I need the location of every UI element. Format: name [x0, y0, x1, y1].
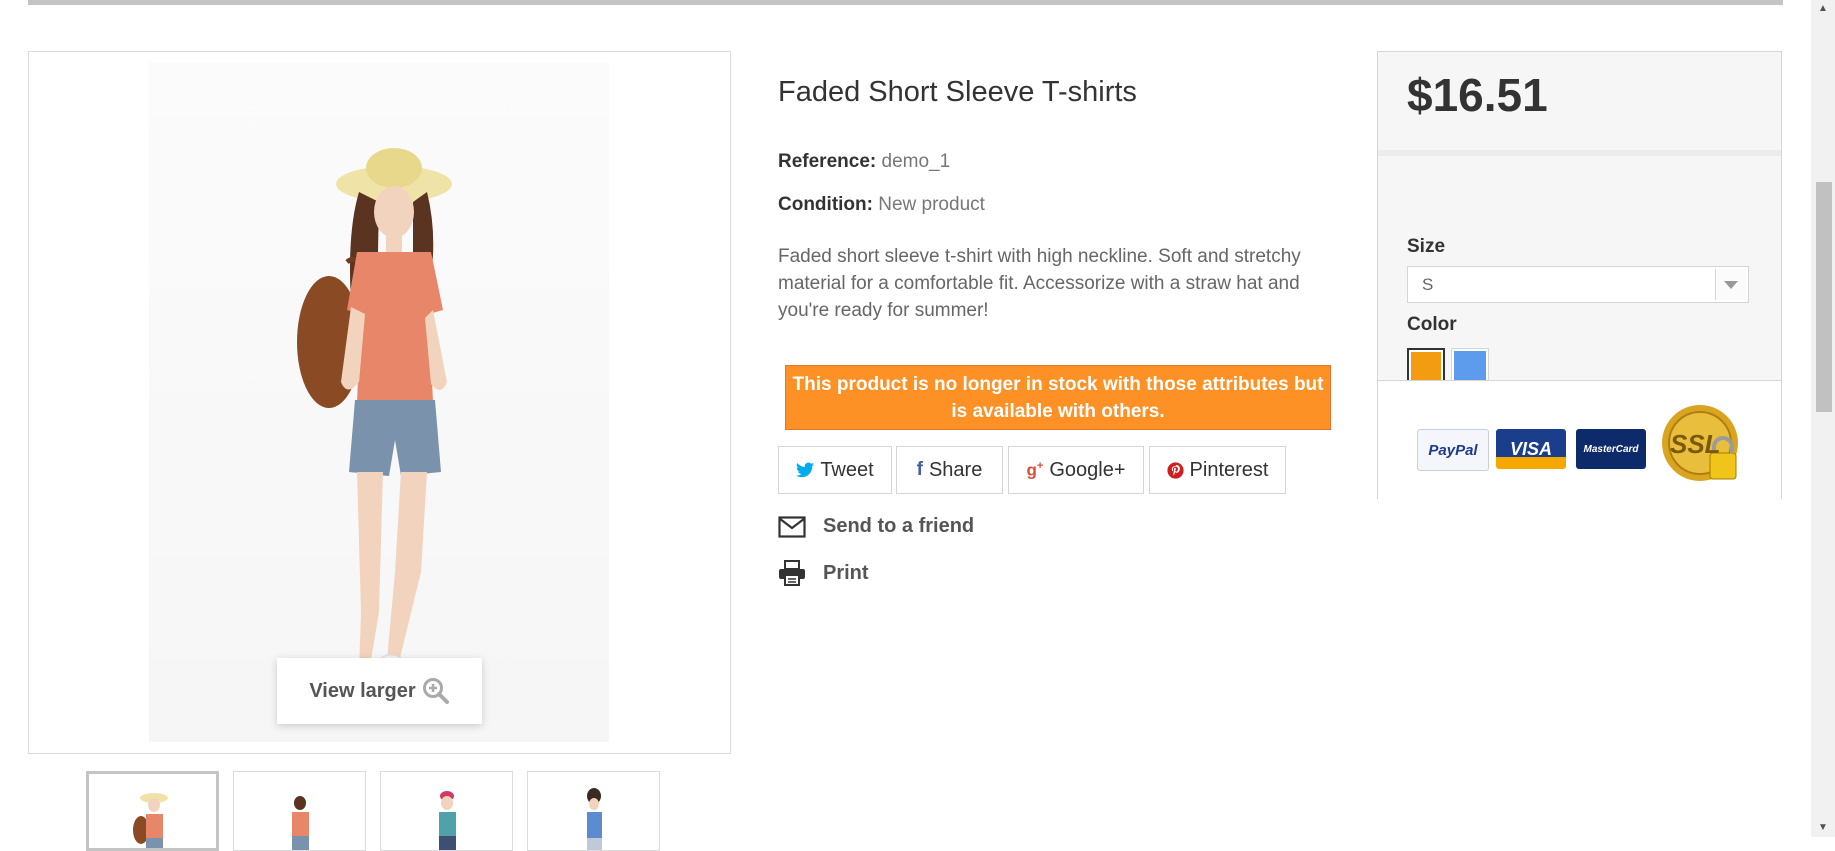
thumbnail-3[interactable] [380, 771, 513, 851]
send-to-friend-link[interactable]: Send to a friend [778, 515, 974, 538]
google-label: Google+ [1049, 458, 1126, 481]
reference-label: Reference: [778, 151, 877, 172]
ssl-seal-text: SSL [1670, 429, 1721, 459]
thumbnail-strip [86, 771, 666, 851]
mastercard-logo: MasterCard [1576, 429, 1646, 469]
thumbnail-image [439, 791, 456, 850]
product-description: Faded short sleeve t-shirt with high nec… [778, 246, 1301, 321]
product-image-frame[interactable]: View larger [28, 51, 731, 754]
google-plus-button[interactable]: g+ Google+ [1008, 446, 1144, 494]
product-photo [297, 148, 452, 683]
size-select[interactable]: S [1407, 266, 1749, 303]
share-label: Share [928, 458, 983, 481]
envelope-icon [778, 515, 806, 538]
condition-line: Condition: New product [778, 194, 985, 216]
scroll-down-arrow-icon[interactable]: ▼ [1811, 819, 1835, 837]
thumbnail-2[interactable] [233, 771, 366, 851]
reference-line: Reference: demo_1 [778, 151, 950, 173]
tweet-button[interactable]: Tweet [778, 446, 892, 494]
print-link[interactable]: Print [778, 560, 869, 586]
pinterest-label: Pinterest [1189, 458, 1269, 481]
thumbnail-4[interactable] [527, 771, 660, 851]
pinterest-button[interactable]: Pinterest [1149, 446, 1286, 494]
scroll-thumb[interactable] [1816, 182, 1832, 412]
facebook-icon: f [916, 459, 923, 480]
tweet-label: Tweet [820, 458, 874, 481]
view-larger-button[interactable]: View larger [277, 658, 482, 724]
chevron-down-icon[interactable] [1715, 269, 1746, 300]
thumbnail-image [292, 796, 309, 850]
thumbnail-image [587, 788, 602, 850]
thumbnail-1[interactable] [86, 771, 219, 851]
twitter-icon [796, 462, 815, 478]
price-header: $16.51 [1378, 52, 1781, 151]
swatch-fill [1454, 351, 1486, 383]
swatch-fill [1411, 352, 1441, 382]
buy-box: $16.51 Size S Color PayPal VISA MasterCa… [1377, 51, 1782, 499]
thumbnail-image [133, 793, 168, 848]
print-label: Print [823, 561, 869, 584]
size-selected-value: S [1422, 275, 1434, 294]
color-label: Color [1407, 314, 1457, 335]
page-scrollbar[interactable]: ▲ ▼ [1811, 0, 1835, 837]
google-plus-icon: g+ [1026, 459, 1044, 480]
printer-icon [779, 560, 805, 586]
size-label: Size [1407, 236, 1446, 257]
product-price: $16.51 [1407, 69, 1548, 121]
product-title: Faded Short Sleeve T-shirts [778, 76, 1137, 108]
condition-value: New product [878, 194, 985, 215]
ssl-seal: SSL [1660, 403, 1744, 487]
reference-value: demo_1 [881, 151, 951, 172]
view-larger-label: View larger [309, 679, 416, 702]
attributes-panel: Size S Color [1378, 150, 1781, 386]
facebook-share-button[interactable]: f Share [896, 446, 1003, 494]
pinterest-icon [1166, 461, 1184, 479]
visa-logo: VISA [1496, 429, 1566, 469]
zoom-in-icon [422, 678, 449, 704]
stock-alert: This product is no longer in stock with … [785, 365, 1331, 430]
condition-label: Condition: [778, 194, 873, 215]
top-divider [28, 0, 1783, 5]
send-to-friend-label: Send to a friend [823, 515, 975, 537]
payment-logos: PayPal VISA MasterCard SSL [1378, 380, 1781, 499]
scroll-up-arrow-icon[interactable]: ▲ [1811, 0, 1835, 18]
paypal-logo: PayPal [1417, 429, 1489, 471]
